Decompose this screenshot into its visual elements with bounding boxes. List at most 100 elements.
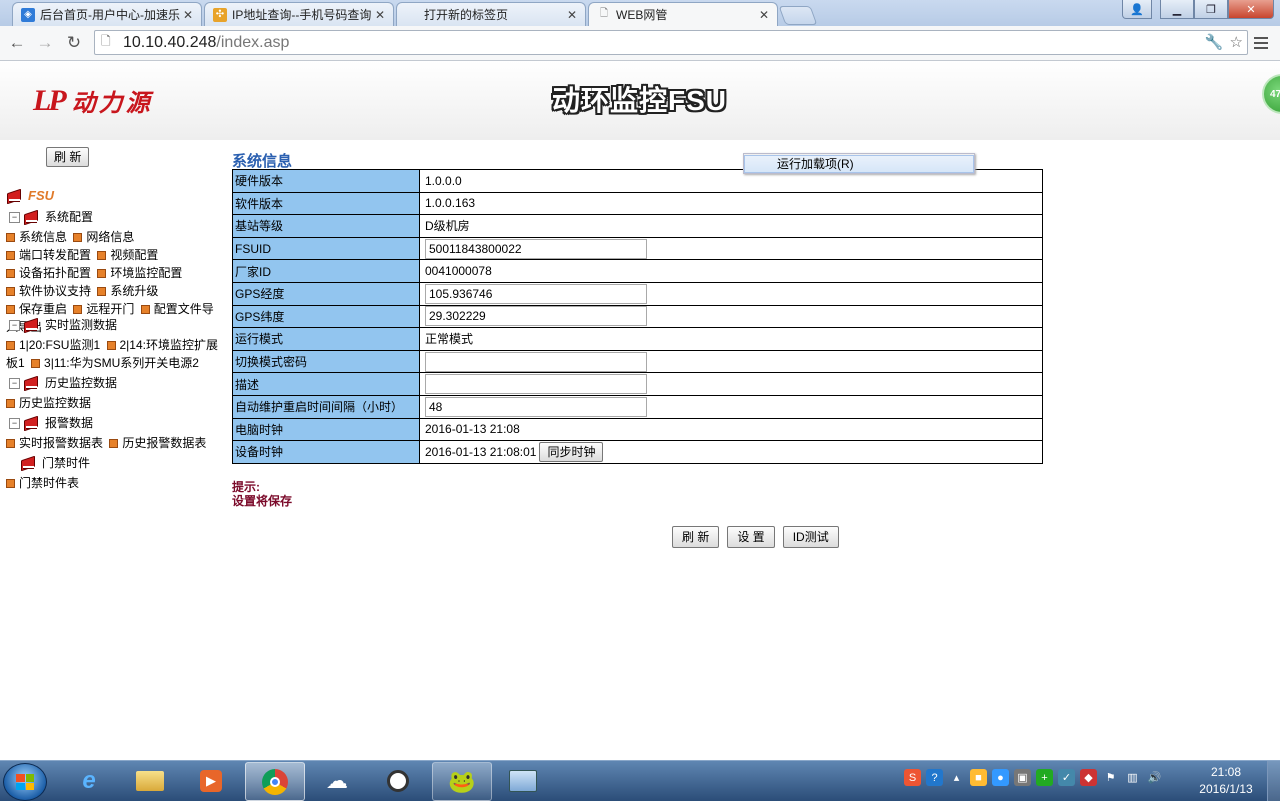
add-icon[interactable]: + bbox=[1036, 769, 1053, 786]
tree-group-door[interactable]: 门禁时件 bbox=[20, 454, 90, 472]
tray-expand-icon[interactable]: ▴ bbox=[948, 769, 965, 786]
context-menu-run-addon[interactable]: 运行加载项(R) bbox=[744, 155, 974, 173]
flag-icon[interactable]: ⚑ bbox=[1102, 769, 1119, 786]
tab-web-manager[interactable]: 🗋 WEB网管 ✕ bbox=[588, 2, 778, 26]
menu-icon[interactable] bbox=[1254, 34, 1268, 52]
baidu-cloud-icon[interactable]: ☁ bbox=[308, 762, 366, 799]
id-test-button[interactable]: ID测试 bbox=[782, 526, 839, 548]
browser-tabstrip: ◈ 后台首页-用户中心-加速乐 ✕ ✣ IP地址查询--手机号码查询 ✕ 打开新… bbox=[0, 0, 1280, 26]
tree-item-system-upgrade[interactable]: 系统升级 bbox=[97, 284, 158, 298]
tree-group-alarm[interactable]: − 报警数据 bbox=[6, 414, 93, 432]
help-icon[interactable]: ? bbox=[926, 769, 943, 786]
info-input[interactable] bbox=[425, 351, 647, 372]
history-items: 历史监控数据 bbox=[6, 394, 218, 412]
tree-item-huawei-smu[interactable]: 3|11:华为SMU系列开关电源2 bbox=[31, 356, 199, 370]
chrome-icon[interactable] bbox=[245, 762, 305, 801]
tray-clock[interactable]: 21:08 2016/1/13 bbox=[1186, 764, 1266, 798]
collapse-icon[interactable]: − bbox=[9, 417, 20, 429]
volume-icon[interactable]: 🔊 bbox=[1146, 769, 1163, 786]
media-player-icon[interactable]: ▶ bbox=[182, 762, 240, 799]
collapse-icon[interactable]: − bbox=[9, 377, 20, 389]
tree-root-fsu[interactable]: FSU bbox=[6, 187, 54, 205]
network-icon[interactable]: ▥ bbox=[1124, 769, 1141, 786]
info-label: 软件版本 bbox=[232, 191, 420, 216]
book-icon bbox=[6, 190, 22, 202]
info-value: 1.0.0.163 bbox=[425, 196, 476, 211]
book-icon bbox=[23, 211, 39, 223]
tab-ip-query[interactable]: ✣ IP地址查询--手机号码查询 ✕ bbox=[204, 2, 394, 26]
tree-item-fsu-monitor[interactable]: 1|20:FSU监测1 bbox=[6, 338, 100, 352]
info-value-cell: D级机房 bbox=[419, 214, 1043, 238]
show-desktop-button[interactable] bbox=[1267, 761, 1280, 801]
info-value: 2016-01-13 21:08 bbox=[425, 422, 520, 437]
qq-browser-icon[interactable] bbox=[369, 762, 427, 799]
info-value-cell bbox=[419, 236, 1043, 261]
close-tab-icon[interactable]: ✕ bbox=[757, 8, 771, 22]
info-input[interactable] bbox=[425, 283, 647, 304]
sogou-ime-icon[interactable]: S bbox=[904, 769, 921, 786]
wrench-icon[interactable]: 🔧 bbox=[1205, 33, 1224, 51]
safety-icon[interactable]: ✓ bbox=[1058, 769, 1075, 786]
info-input[interactable] bbox=[425, 374, 647, 395]
info-row: GPS经度 bbox=[232, 281, 1043, 306]
system-tray: S ? ▴ ■ ● ▣ + ✓ ◆ ⚑ ▥ 🔊 bbox=[904, 769, 1163, 786]
tree-item-video-config[interactable]: 视频配置 bbox=[97, 248, 158, 262]
collapse-icon[interactable]: − bbox=[9, 211, 20, 223]
tree-item-history-data[interactable]: 历史监控数据 bbox=[6, 396, 91, 410]
minimize-button[interactable]: ▁ bbox=[1160, 0, 1194, 19]
tree-item-device-topology[interactable]: 设备拓扑配置 bbox=[6, 266, 91, 280]
tray-app-icon[interactable]: ■ bbox=[970, 769, 987, 786]
ie-icon[interactable]: e bbox=[60, 762, 118, 799]
tree-item-door-events[interactable]: 门禁时件表 bbox=[6, 476, 79, 490]
network-app-icon[interactable]: ● bbox=[992, 769, 1009, 786]
info-input[interactable] bbox=[425, 396, 647, 417]
info-value-cell bbox=[419, 281, 1043, 306]
tree-item-system-info[interactable]: 系统信息 bbox=[6, 230, 67, 244]
info-input[interactable] bbox=[425, 306, 647, 327]
system-title: 动环监控FSU bbox=[552, 85, 728, 116]
tree-item-realtime-alarms[interactable]: 实时报警数据表 bbox=[6, 436, 103, 450]
collapse-icon[interactable]: − bbox=[9, 319, 20, 331]
reload-icon[interactable]: ↻ bbox=[63, 32, 85, 54]
start-button[interactable] bbox=[3, 763, 47, 801]
site-icon: ◈ bbox=[21, 7, 35, 22]
refresh-button[interactable]: 刷 新 bbox=[672, 526, 720, 548]
item-icon bbox=[97, 251, 107, 260]
forward-icon[interactable]: → bbox=[34, 32, 56, 54]
remote-desktop-icon[interactable] bbox=[494, 762, 552, 799]
close-tab-icon[interactable]: ✕ bbox=[373, 8, 387, 22]
tree-group-history[interactable]: − 历史监控数据 bbox=[6, 374, 117, 392]
new-tab-button[interactable] bbox=[778, 6, 818, 25]
security-icon[interactable]: ◆ bbox=[1080, 769, 1097, 786]
info-row: 基站等级 D级机房 bbox=[232, 214, 1043, 238]
address-bar[interactable]: 🗋 10.10.40.248/index.asp 🔧 ☆ bbox=[94, 30, 1248, 55]
sidebar-refresh-button[interactable]: 刷 新 bbox=[46, 147, 90, 167]
tree-item-network-info[interactable]: 网络信息 bbox=[73, 230, 134, 244]
tree-item-save-restart[interactable]: 保存重启 bbox=[6, 302, 67, 316]
close-tab-icon[interactable]: ✕ bbox=[181, 8, 195, 22]
back-icon[interactable]: ← bbox=[6, 32, 28, 54]
user-icon[interactable]: 👤 bbox=[1122, 0, 1152, 19]
tree-item-history-alarms[interactable]: 历史报警数据表 bbox=[109, 436, 206, 450]
sync-clock-button[interactable]: 同步时钟 bbox=[539, 441, 604, 462]
explorer-icon[interactable] bbox=[121, 762, 179, 799]
info-value-cell: 2016-01-13 21:08 bbox=[419, 417, 1043, 442]
tree-item-remote-door[interactable]: 远程开门 bbox=[73, 302, 134, 316]
set-button[interactable]: 设 置 bbox=[727, 526, 775, 548]
close-window-button[interactable]: ✕ bbox=[1228, 0, 1274, 19]
item-icon bbox=[97, 287, 107, 296]
system-info-table: 硬件版本 1.0.0.0 软件版本 1.0.0.163 基站等级 D级机房 FSUID厂家I… bbox=[232, 169, 1043, 464]
tree-group-realtime[interactable]: − 实时监测数据 bbox=[6, 316, 117, 334]
maximize-button[interactable]: ❐ bbox=[1194, 0, 1228, 19]
display-icon[interactable]: ▣ bbox=[1014, 769, 1031, 786]
tree-item-env-monitor[interactable]: 环境监控配置 bbox=[97, 266, 182, 280]
tree-group-system-config[interactable]: − 系统配置 bbox=[6, 208, 93, 226]
game-icon[interactable]: 🐸 bbox=[432, 762, 492, 801]
bookmark-star-icon[interactable]: ☆ bbox=[1230, 33, 1243, 51]
tab-backend-home[interactable]: ◈ 后台首页-用户中心-加速乐 ✕ bbox=[12, 2, 202, 26]
info-input[interactable] bbox=[425, 238, 647, 259]
tab-new-tab[interactable]: 打开新的标签页 ✕ bbox=[396, 2, 586, 26]
tree-item-protocol-support[interactable]: 软件协议支持 bbox=[6, 284, 91, 298]
tree-item-port-forward[interactable]: 端口转发配置 bbox=[6, 248, 91, 262]
close-tab-icon[interactable]: ✕ bbox=[565, 8, 579, 22]
